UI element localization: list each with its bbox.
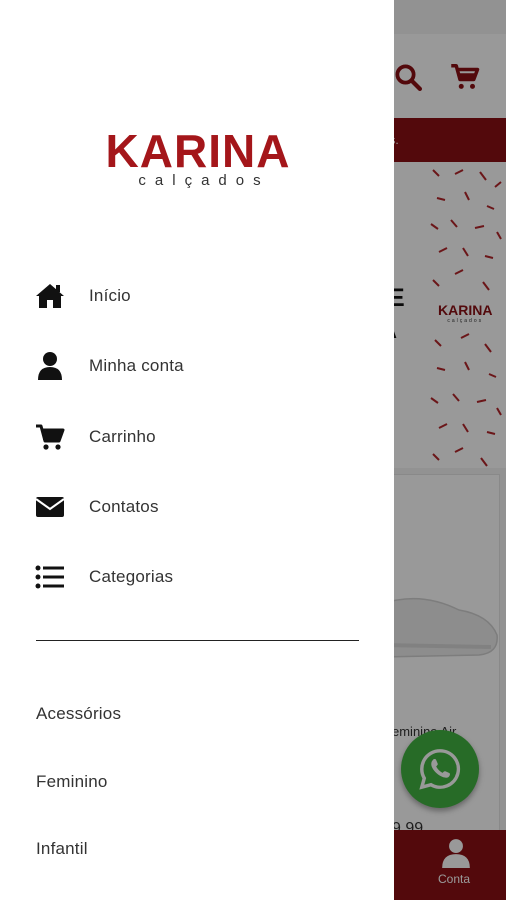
category-item-infantil[interactable]: Infantil xyxy=(0,821,394,877)
category-label: Acessórios xyxy=(36,704,122,723)
user-icon xyxy=(38,352,62,380)
menu-item-inicio[interactable]: Início xyxy=(0,265,394,327)
menu-item-label: Início xyxy=(89,286,131,305)
menu-item-label: Minha conta xyxy=(89,356,184,375)
logo-title: KARINA xyxy=(105,125,291,177)
category-label: Infantil xyxy=(36,839,88,858)
menu-item-contatos[interactable]: Contatos xyxy=(0,476,394,538)
menu-item-label: Contatos xyxy=(89,497,159,516)
cart-icon xyxy=(36,424,65,450)
menu-item-categorias[interactable]: Categorias xyxy=(0,546,394,608)
list-icon xyxy=(35,565,64,589)
home-icon xyxy=(36,284,64,308)
category-item-acessorios[interactable]: Acessórios xyxy=(0,686,394,742)
category-label: Feminino xyxy=(36,772,108,791)
envelope-icon xyxy=(35,497,65,517)
menu-item-label: Carrinho xyxy=(89,427,156,446)
navigation-drawer: KARINA calçados Início Minha conta Carri… xyxy=(0,0,394,900)
menu-item-label: Categorias xyxy=(89,567,174,586)
category-item-feminino[interactable]: Feminino xyxy=(0,754,394,810)
brand-logo: KARINA calçados xyxy=(82,126,314,189)
menu-divider xyxy=(36,640,359,641)
menu-item-minha-conta[interactable]: Minha conta xyxy=(0,335,394,397)
menu-item-carrinho[interactable]: Carrinho xyxy=(0,406,394,468)
